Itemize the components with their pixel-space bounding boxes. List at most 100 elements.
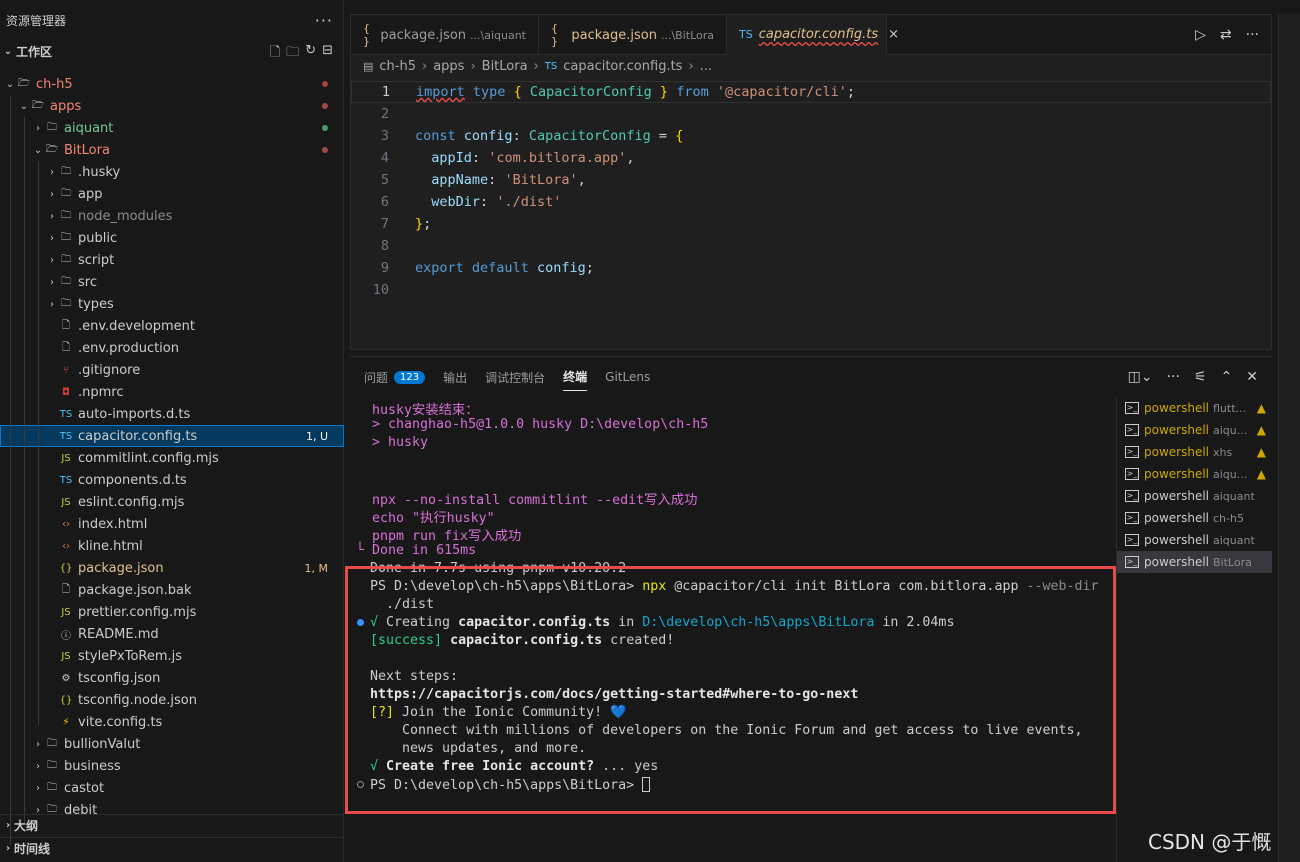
terminal-line: Connect with millions of developers on t…: [370, 723, 1083, 738]
file-row[interactable]: JS commitlint.config.mjs: [0, 447, 344, 469]
more-actions-icon[interactable]: ···: [1167, 369, 1180, 385]
breadcrumb-item[interactable]: ch-h5: [379, 59, 416, 74]
tab-problems[interactable]: 问题 123: [364, 363, 426, 391]
folder-row[interactable]: › 🗀 script: [0, 249, 344, 271]
outline-title: 大纲: [14, 819, 39, 833]
bottom-panel: 问题 123 输出 调试控制台 终端 GitLens ◫⌄ ··· ⚟ ⌃ ✕ h…: [350, 356, 1272, 862]
file-row[interactable]: 🗋 package.json.bak: [0, 579, 344, 601]
file-row[interactable]: ⑂ .gitignore: [0, 359, 344, 381]
new-folder-icon[interactable]: 🗀: [286, 43, 299, 65]
compare-changes-icon[interactable]: ⇄: [1220, 27, 1232, 43]
code-editor[interactable]: 1 import type { CapacitorConfig } from '@…: [351, 81, 1271, 301]
terminal-icon: >_: [1125, 556, 1139, 568]
more-actions-icon[interactable]: ···: [1246, 27, 1259, 43]
file-row[interactable]: {} tsconfig.node.json: [0, 689, 344, 711]
folder-row[interactable]: ⌄ 🗁 BitLora: [0, 139, 344, 161]
close-icon[interactable]: ×: [888, 27, 899, 42]
terminal-line: ./dist: [370, 597, 435, 612]
terminal-list-item[interactable]: >_ powershell aiquant: [1117, 485, 1272, 507]
new-file-icon[interactable]: 🗋: [270, 43, 280, 65]
folder-icon: 🗀: [47, 737, 57, 749]
folder-row[interactable]: › 🗀 app: [0, 183, 344, 205]
file-row[interactable]: TS auto-imports.d.ts: [0, 403, 344, 425]
file-row[interactable]: JS prettier.config.mjs: [0, 601, 344, 623]
indent-guide: [38, 161, 39, 725]
status-dot: [322, 81, 328, 87]
file-row[interactable]: JS stylePxToRem.js: [0, 645, 344, 667]
file-row[interactable]: {} package.json 1, M: [0, 557, 344, 579]
tab-output[interactable]: 输出: [443, 363, 467, 391]
file-row[interactable]: 🗋 .env.development: [0, 315, 344, 337]
tree-item-label: .gitignore: [78, 362, 141, 378]
file-row[interactable]: ⚡ vite.config.ts: [0, 711, 344, 733]
collapse-all-icon[interactable]: ⊟: [322, 43, 333, 65]
chevron-right-icon: ›: [50, 166, 54, 178]
code-line: 4 appId: 'com.bitlora.app',: [380, 150, 635, 166]
folder-row[interactable]: › 🗀 castot: [0, 777, 344, 799]
tree-item-label: public: [78, 230, 118, 246]
json-icon: {}: [59, 694, 73, 706]
chevron-right-icon: ›: [50, 210, 54, 222]
breadcrumb-item[interactable]: BitLora: [482, 59, 528, 74]
tab-gitlens[interactable]: GitLens: [605, 363, 650, 391]
maximize-panel-icon[interactable]: ⌃: [1221, 369, 1233, 385]
file-row[interactable]: ‹› index.html: [0, 513, 344, 535]
folder-row[interactable]: › 🗀 src: [0, 271, 344, 293]
terminal-list-item[interactable]: >_ powershell xhs ▲: [1117, 441, 1272, 463]
terminal-output[interactable]: husky安装结束： > changhao-h5@1.0.0 husky D:\…: [350, 397, 1112, 862]
tab-package-json-aiquant[interactable]: { } package.json ...\aiquant: [351, 15, 539, 55]
refresh-icon[interactable]: ↻: [305, 43, 316, 65]
split-terminal-icon[interactable]: ◫⌄: [1128, 369, 1153, 385]
file-row[interactable]: ⓘ README.md: [0, 623, 344, 645]
folder-row[interactable]: ⌄ 🗁 apps: [0, 95, 344, 117]
more-actions-icon[interactable]: ···: [315, 11, 333, 30]
file-row[interactable]: TS capacitor.config.ts 1, U: [0, 425, 344, 447]
file-row[interactable]: TS components.d.ts: [0, 469, 344, 491]
file-row[interactable]: ◘ .npmrc: [0, 381, 344, 403]
json-icon: {}: [59, 562, 73, 574]
terminal-cwd: aiquant: [1213, 489, 1255, 503]
timeline-section-header[interactable]: › 时间线: [0, 837, 344, 859]
terminal-list-item[interactable]: >_ powershell flutt... ▲: [1117, 397, 1272, 419]
file-row[interactable]: ‹› kline.html: [0, 535, 344, 557]
terminal-list-item[interactable]: >_ powershell BitLora: [1117, 551, 1272, 573]
folder-row[interactable]: › 🗀 .husky: [0, 161, 344, 183]
tree-item-label: src: [78, 274, 97, 290]
tab-terminal[interactable]: 终端: [563, 363, 588, 391]
folder-row[interactable]: › 🗀 bullionValut: [0, 733, 344, 755]
folder-row[interactable]: › 🗀 types: [0, 293, 344, 315]
file-row[interactable]: 🗋 .env.production: [0, 337, 344, 359]
code-line: 3 const config: CapacitorConfig = {: [380, 128, 684, 144]
file-tree: ⌄ 🗁 ch-h5 ⌄ 🗁 apps › 🗀 aiquant ⌄ 🗁 BitLora › 🗀 .husky ›…: [0, 73, 344, 845]
terminal-name: powershell: [1144, 423, 1209, 437]
terminal-list-item[interactable]: >_ powershell aiqu... ▲: [1117, 419, 1272, 441]
terminal-list-item[interactable]: >_ powershell aiquant: [1117, 529, 1272, 551]
folder-row[interactable]: › 🗀 business: [0, 755, 344, 777]
breadcrumb-item[interactable]: apps: [433, 59, 464, 74]
outline-section-header[interactable]: › 大纲: [0, 814, 344, 836]
file-row[interactable]: JS eslint.config.mjs: [0, 491, 344, 513]
folder-row[interactable]: ⌄ 🗁 ch-h5: [0, 73, 344, 95]
workspace-section-header[interactable]: ⌄ 工作区 🗋 🗀 ↻ ⊟: [0, 40, 343, 62]
tree-item-label: capacitor.config.ts: [78, 428, 198, 444]
status-dot: [322, 103, 328, 109]
tab-capacitor-config[interactable]: TS capacitor.config.ts ×: [727, 15, 899, 55]
folder-row[interactable]: › 🗀 aiquant: [0, 117, 344, 139]
tab-label: package.json: [380, 27, 467, 43]
terminal-list-item[interactable]: >_ powershell aiqu... ▲: [1117, 463, 1272, 485]
tab-package-json-bitlora[interactable]: { } package.json ...\BitLora: [539, 15, 727, 55]
breadcrumb-item[interactable]: ...: [700, 59, 712, 74]
folder-row[interactable]: › 🗀 node_modules: [0, 205, 344, 227]
run-icon[interactable]: ▷: [1195, 27, 1206, 43]
folder-row[interactable]: › 🗀 public: [0, 227, 344, 249]
close-panel-icon[interactable]: ✕: [1246, 369, 1258, 385]
tree-item-label: ch-h5: [36, 76, 73, 92]
tab-debug-console[interactable]: 调试控制台: [485, 363, 545, 391]
terminal-list-item[interactable]: >_ powershell ch-h5: [1117, 507, 1272, 529]
terminal-prompt-line[interactable]: PS D:\develop\ch-h5\apps\BitLora>: [370, 777, 1099, 795]
folder-icon: 🗀: [47, 121, 57, 133]
file-row[interactable]: ⚙ tsconfig.json: [0, 667, 344, 689]
breadcrumb-item[interactable]: capacitor.config.ts: [563, 59, 682, 74]
settings-icon[interactable]: ⚟: [1194, 369, 1207, 385]
tree-item-label: business: [64, 758, 121, 774]
